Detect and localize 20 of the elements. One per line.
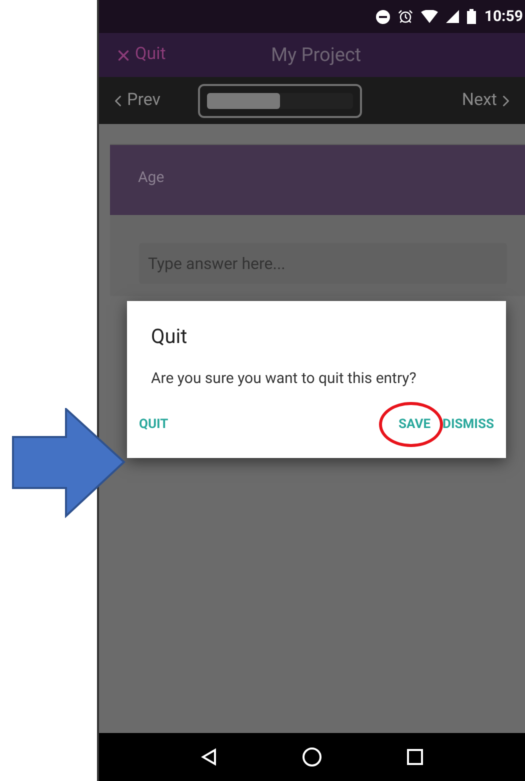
signal-icon bbox=[446, 10, 460, 23]
back-icon[interactable] bbox=[201, 748, 218, 766]
battery-icon bbox=[467, 9, 476, 24]
do-not-disturb-icon bbox=[376, 10, 390, 24]
dialog-button[interactable]: SAVE bbox=[392, 410, 437, 438]
dialog-button[interactable]: QUIT bbox=[133, 410, 174, 438]
home-icon[interactable] bbox=[302, 747, 322, 767]
quit-button[interactable]: Quit bbox=[99, 42, 166, 68]
dialog-title: Quit bbox=[151, 323, 188, 350]
prev-button[interactable]: Prev bbox=[109, 88, 160, 114]
next-button[interactable]: Next bbox=[462, 88, 515, 114]
dialog-button[interactable]: DISMISS bbox=[436, 410, 500, 438]
toolbar-title: My Project bbox=[271, 42, 362, 68]
arrow-icon bbox=[12, 408, 126, 518]
question-label: Age bbox=[138, 168, 164, 186]
dialog-message: Are you sure you want to quit this entry? bbox=[151, 368, 418, 389]
wifi-icon bbox=[421, 10, 438, 23]
status-time: 10:59 bbox=[484, 6, 523, 28]
recents-icon[interactable] bbox=[406, 749, 423, 765]
alarm-icon bbox=[398, 9, 414, 24]
